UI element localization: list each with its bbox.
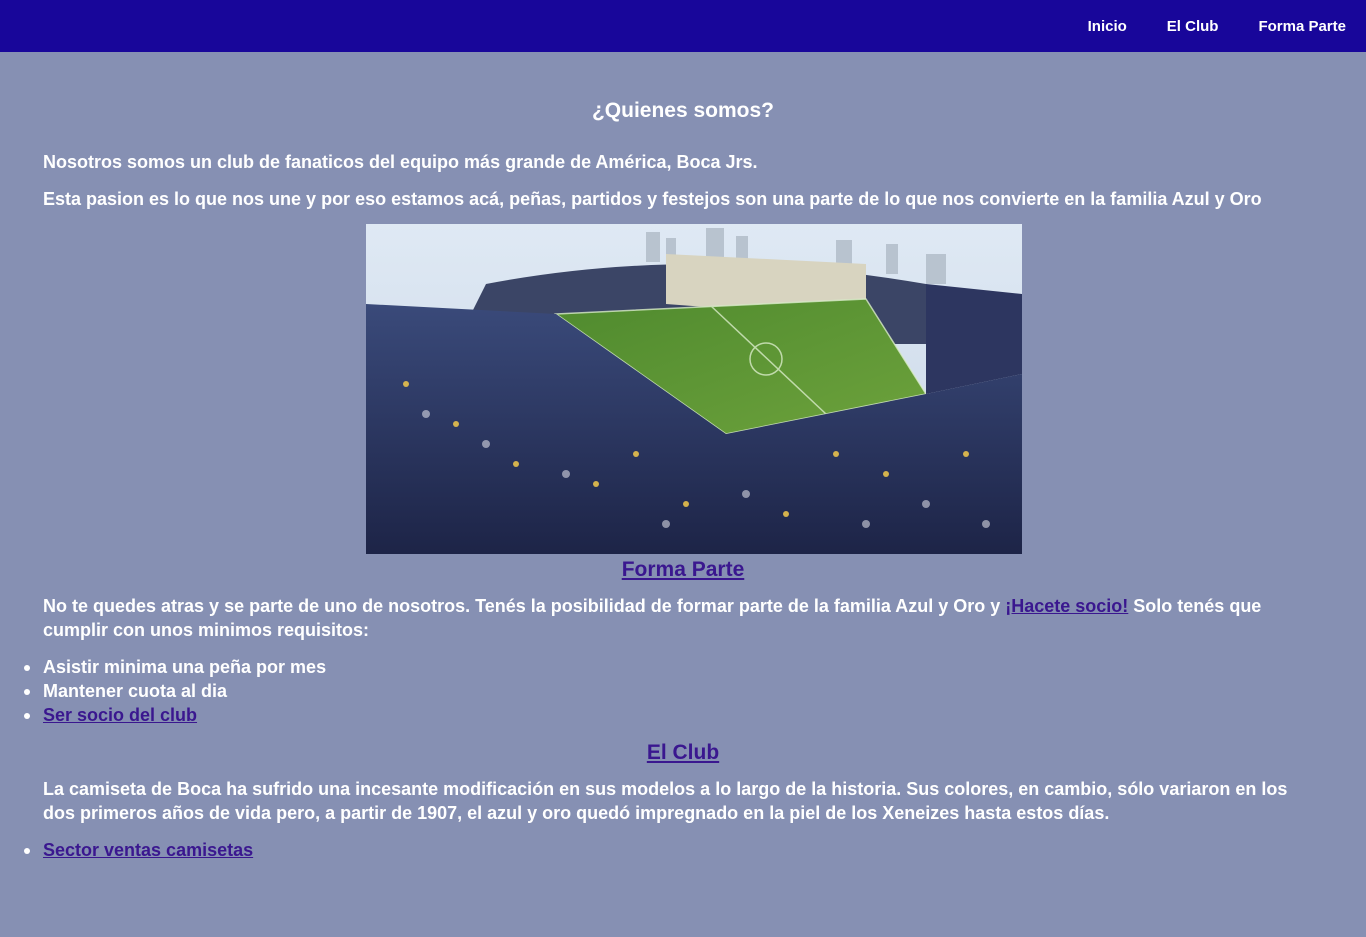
ser-socio-link[interactable]: Ser socio del club bbox=[43, 705, 197, 725]
join-paragraph: No te quedes atras y se parte de uno de … bbox=[43, 594, 1323, 642]
nav-link-inicio[interactable]: Inicio bbox=[1088, 18, 1127, 35]
join-text-before: No te quedes atras y se parte de uno de … bbox=[43, 596, 1006, 616]
el-club-heading-link[interactable]: El Club bbox=[647, 741, 719, 764]
club-link-item: Sector ventas camisetas bbox=[24, 838, 1323, 862]
club-links-list: Sector ventas camisetas bbox=[24, 838, 1323, 862]
nav-link-forma-parte[interactable]: Forma Parte bbox=[1258, 18, 1346, 35]
top-navbar: Inicio El Club Forma Parte bbox=[0, 0, 1366, 52]
club-paragraph: La camiseta de Boca ha sufrido una inces… bbox=[43, 779, 1288, 823]
forma-parte-heading-row: Forma Parte bbox=[43, 558, 1323, 582]
stadium-image-wrapper bbox=[43, 224, 1323, 554]
sector-ventas-camisetas-link[interactable]: Sector ventas camisetas bbox=[43, 840, 253, 860]
requirement-item: Asistir minima una peña por mes bbox=[24, 655, 1323, 679]
el-club-heading-row: El Club bbox=[43, 741, 1323, 765]
hacete-socio-link[interactable]: ¡Hacete socio! bbox=[1005, 596, 1128, 616]
requirements-list: Asistir minima una peña por mes Mantener… bbox=[24, 655, 1323, 727]
about-paragraph-1: Nosotros somos un club de fanaticos del … bbox=[43, 152, 758, 172]
about-paragraph-2: Esta pasion es lo que nos une y por eso … bbox=[43, 189, 1262, 209]
requirement-item-link: Ser socio del club bbox=[24, 703, 1323, 727]
about-title: ¿Quienes somos? bbox=[591, 99, 775, 122]
requirement-item: Mantener cuota al dia bbox=[24, 679, 1323, 703]
stadium-image bbox=[366, 224, 1022, 554]
main-content: ¿Quienes somos? Nosotros somos un club d… bbox=[0, 98, 1366, 862]
nav-link-el-club[interactable]: El Club bbox=[1167, 18, 1219, 35]
forma-parte-heading-link[interactable]: Forma Parte bbox=[622, 558, 745, 581]
